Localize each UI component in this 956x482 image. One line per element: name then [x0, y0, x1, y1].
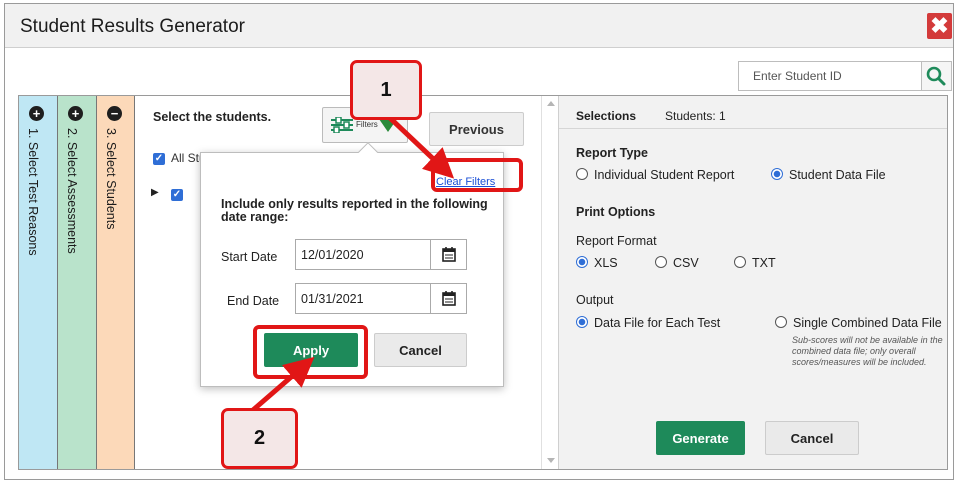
callout-1-badge: 1 — [350, 60, 422, 120]
data-file-each-test-label[interactable]: Data File for Each Test — [594, 316, 720, 330]
txt-label[interactable]: TXT — [752, 256, 776, 270]
report-format-title: Report Format — [576, 234, 657, 248]
combined-file-note: Sub-scores will not be available in the … — [792, 335, 943, 367]
apply-button[interactable]: Apply — [264, 333, 358, 367]
end-date-calendar-button[interactable] — [431, 283, 467, 314]
step-tab-students[interactable]: − 3. Select Students — [97, 96, 135, 469]
students-count: Students: 1 — [665, 109, 726, 123]
callout-2-badge: 2 — [221, 408, 298, 469]
date-range-instructions: Include only results reported in the fol… — [221, 197, 488, 224]
plus-icon[interactable]: + — [68, 106, 83, 121]
title-bar: Student Results Generator ✖ — [5, 4, 953, 48]
popup-cancel-button[interactable]: Cancel — [374, 333, 467, 367]
close-icon[interactable]: ✖ — [927, 13, 952, 39]
start-date-input[interactable] — [295, 239, 431, 270]
start-date-calendar-button[interactable] — [431, 239, 467, 270]
scrollbar[interactable] — [541, 96, 558, 469]
csv-label[interactable]: CSV — [673, 256, 699, 270]
plus-icon[interactable]: + — [29, 106, 44, 121]
scroll-down-icon[interactable] — [547, 458, 555, 463]
calendar-icon — [442, 291, 456, 306]
minus-icon[interactable]: − — [107, 106, 122, 121]
single-combined-file-radio[interactable] — [775, 316, 787, 328]
single-combined-file-label[interactable]: Single Combined Data File — [793, 316, 942, 330]
filter-icon — [331, 117, 353, 133]
selections-panel: Selections Students: 1 Report Type Indiv… — [558, 96, 947, 469]
csv-radio[interactable] — [655, 256, 667, 268]
search-icon — [926, 66, 946, 86]
chevron-down-icon — [379, 119, 397, 132]
student-group-checkbox[interactable]: ✓ — [171, 189, 183, 201]
student-data-file-label[interactable]: Student Data File — [789, 168, 886, 182]
selections-header: Selections Students: 1 — [559, 96, 947, 129]
dialog-title: Student Results Generator — [20, 16, 245, 37]
generate-button[interactable]: Generate — [656, 421, 745, 455]
step-label: 2. Select Assessments — [65, 128, 79, 254]
student-id-search-input[interactable] — [738, 61, 922, 91]
individual-report-radio[interactable] — [576, 168, 588, 180]
step-tab-test-reasons[interactable]: + 1. Select Test Reasons — [19, 96, 58, 469]
search-button[interactable] — [922, 61, 952, 91]
students-heading: Select the students. — [153, 110, 272, 124]
step-tabs: + 1. Select Test Reasons + 2. Select Ass… — [19, 96, 135, 469]
selections-title: Selections — [576, 109, 637, 123]
scroll-up-icon[interactable] — [547, 101, 555, 106]
cancel-button[interactable]: Cancel — [765, 421, 859, 455]
xls-radio[interactable] — [576, 256, 588, 268]
all-students-checkbox[interactable]: ✓ — [153, 153, 165, 165]
data-file-each-test-radio[interactable] — [576, 316, 588, 328]
report-type-title: Report Type — [576, 146, 648, 160]
step-label: 1. Select Test Reasons — [26, 128, 40, 256]
txt-radio[interactable] — [734, 256, 746, 268]
end-date-input[interactable] — [295, 283, 431, 314]
step-label: 3. Select Students — [104, 128, 118, 230]
start-date-label: Start Date — [221, 250, 278, 264]
student-data-file-radio[interactable] — [771, 168, 783, 180]
filters-label: Filters — [356, 120, 378, 129]
calendar-icon — [442, 247, 456, 262]
print-options-title: Print Options — [576, 205, 656, 219]
filter-popup: Clear Filters Include only results repor… — [200, 142, 504, 387]
clear-filters-link[interactable]: Clear Filters — [436, 176, 495, 188]
output-title: Output — [576, 293, 614, 307]
end-date-label: End Date — [227, 294, 280, 308]
xls-label[interactable]: XLS — [594, 256, 618, 270]
all-students-label: All Students — [171, 151, 201, 165]
individual-report-label[interactable]: Individual Student Report — [594, 168, 734, 182]
step-tab-assessments[interactable]: + 2. Select Assessments — [58, 96, 97, 469]
expand-arrow-icon[interactable]: ▶ — [151, 187, 159, 198]
previous-button[interactable]: Previous — [429, 112, 524, 146]
